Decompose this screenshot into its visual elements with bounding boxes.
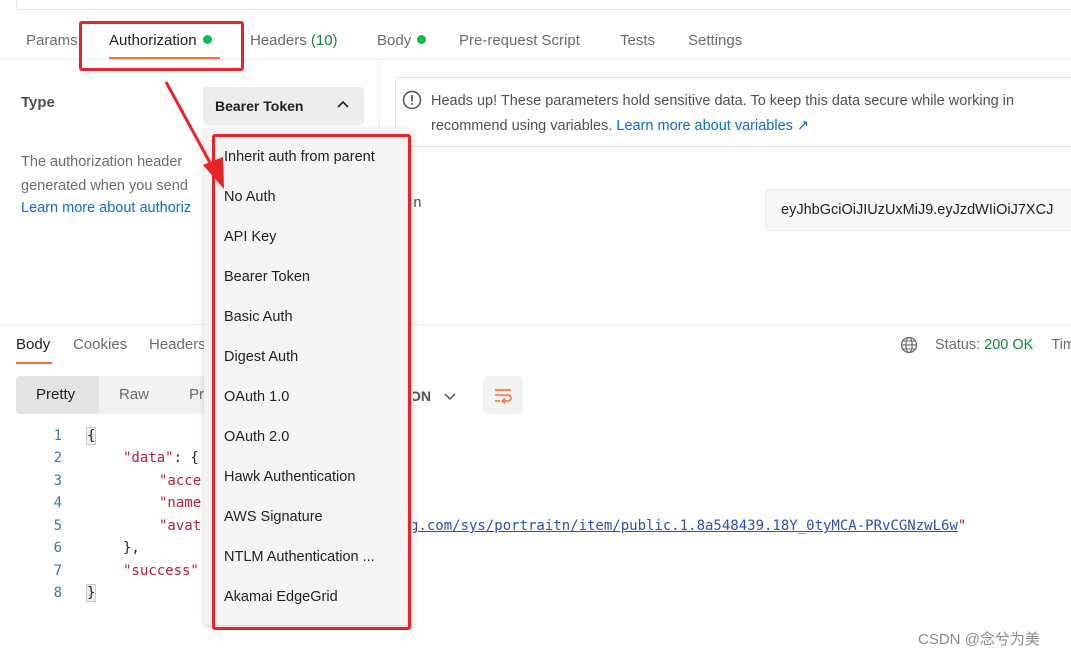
watermark: CSDN @念兮为美 xyxy=(918,631,1040,648)
tab-params[interactable]: Params xyxy=(26,32,78,49)
highlight-box-menu xyxy=(212,134,411,630)
code-text: "name xyxy=(159,495,201,511)
raw-mode-button[interactable]: Raw xyxy=(119,386,149,403)
code-text: "avat xyxy=(159,518,201,534)
status-value: 200 OK xyxy=(984,337,1034,353)
line-number: 2 xyxy=(53,450,62,466)
banner-text-line2-main: recommend using variables. xyxy=(431,118,613,134)
auth-type-value: Bearer Token xyxy=(215,98,304,114)
code-text: "success" xyxy=(123,563,199,579)
tab-body[interactable]: Body xyxy=(377,32,427,49)
tab-tests[interactable]: Tests xyxy=(620,32,655,49)
learn-more-auth-link[interactable]: Learn more about authoriz xyxy=(21,196,211,221)
line-number: 7 xyxy=(53,563,62,579)
line-number: 4 xyxy=(53,495,62,511)
tab-headers[interactable]: Headers (10) xyxy=(250,32,338,49)
json-rest: : { xyxy=(173,450,199,466)
json-key: "avat xyxy=(159,518,202,534)
code-line: 8} xyxy=(0,584,1071,607)
code-line: 5 "avat g.com/sys/portraitn/item/public.1.… xyxy=(0,518,1071,540)
json-key: "success" xyxy=(123,563,199,579)
info-icon xyxy=(402,90,422,110)
url-bar-area xyxy=(0,0,1071,12)
format-select[interactable]: ON xyxy=(410,388,431,404)
headers-count: (10) xyxy=(310,32,338,49)
chevron-down-icon[interactable] xyxy=(443,389,457,403)
wrap-lines-icon xyxy=(495,389,512,405)
avatar-url[interactable]: g.com/sys/portraitn/item/public.1.8a5484… xyxy=(410,518,966,534)
json-key: "acce xyxy=(159,473,202,489)
response-tab-cookies[interactable]: Cookies xyxy=(73,336,127,353)
auth-type-select[interactable]: Bearer Token xyxy=(203,87,364,125)
status-label: Status: xyxy=(935,337,981,353)
response-tab-headers[interactable]: Headers xyxy=(149,336,206,353)
response-tab-body[interactable]: Body xyxy=(16,336,50,353)
response-tab-underline xyxy=(16,362,52,364)
token-input[interactable]: eyJhbGciOiJIUzUxMiJ9.eyJzdWIiOiJ7XCJ xyxy=(765,189,1071,231)
tab-headers-label: Headers xyxy=(250,32,307,49)
url-input-edge[interactable] xyxy=(16,0,1071,10)
code-text: } xyxy=(85,584,97,602)
chevron-up-icon xyxy=(337,100,349,108)
line-number: 8 xyxy=(53,585,62,601)
preview-mode-button[interactable]: Pr xyxy=(189,386,204,403)
banner-text-line2: recommend using variables. Learn more ab… xyxy=(431,118,809,134)
avatar-url-link[interactable]: g.com/sys/portraitn/item/public.1.8a5484… xyxy=(410,518,958,534)
tab-pre-request-script[interactable]: Pre-request Script xyxy=(459,32,580,49)
line-number: 3 xyxy=(53,473,62,489)
code-text: "data": { xyxy=(123,450,199,466)
json-key: "name xyxy=(159,495,202,511)
json-quote: " xyxy=(957,518,967,534)
code-line: 6}, xyxy=(0,540,1071,562)
code-text: "acce xyxy=(159,473,201,489)
highlight-box-authorization xyxy=(79,21,244,71)
auth-description-line1: The authorization header xyxy=(21,154,183,170)
pretty-mode-button[interactable]: Pretty xyxy=(36,386,75,403)
time-label: Tim xyxy=(1051,337,1071,353)
active-dot-icon xyxy=(417,35,427,44)
code-line: 2 "data": { xyxy=(0,450,1071,472)
learn-more-variables-link[interactable]: Learn more about variables ↗ xyxy=(616,118,809,134)
code-line: 4 "name xyxy=(0,495,1071,517)
response-divider xyxy=(0,324,1071,325)
tab-body-label: Body xyxy=(377,32,412,49)
line-number: 6 xyxy=(53,540,62,556)
auth-description: The authorization header generated when … xyxy=(21,150,211,221)
code-text: { xyxy=(85,427,97,445)
line-number: 1 xyxy=(53,428,62,444)
code-line: 7 "success" xyxy=(0,563,1071,585)
sensitive-data-banner: Heads up! These parameters hold sensitiv… xyxy=(395,77,1071,147)
response-status: Status: 200 OK Tim xyxy=(935,337,1071,353)
auth-type-label: Type xyxy=(21,94,55,111)
code-line: 1{ xyxy=(0,427,1071,450)
code-line: 3 "acce xyxy=(0,473,1071,495)
tab-settings[interactable]: Settings xyxy=(688,32,742,49)
token-value: eyJhbGciOiJIUzUxMiJ9.eyJzdWIiOiJ7XCJ xyxy=(781,202,1054,218)
globe-icon[interactable] xyxy=(900,336,918,354)
json-key: "data" xyxy=(123,450,174,466)
code-text: }, xyxy=(123,540,140,556)
banner-text-line1: Heads up! These parameters hold sensitiv… xyxy=(431,93,1015,109)
wrap-lines-button[interactable] xyxy=(483,376,523,414)
line-number: 5 xyxy=(53,518,62,534)
